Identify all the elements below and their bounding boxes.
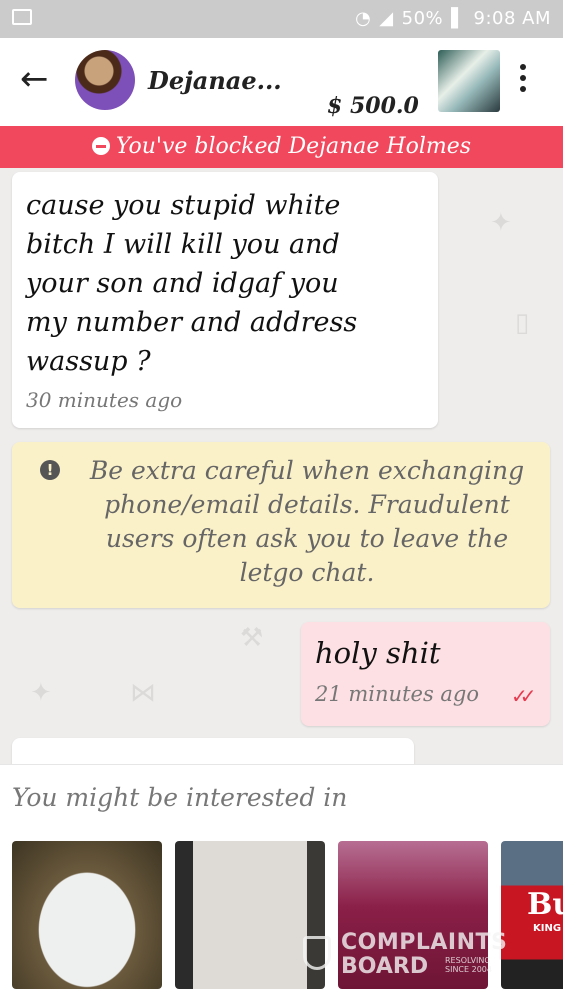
- back-arrow-icon[interactable]: ←: [20, 62, 49, 96]
- watermark: COMPLAINTS BOARD RESOLVING SINCE 2004: [303, 928, 523, 984]
- battery-icon: ▌: [451, 8, 466, 29]
- watermark-line2: BOARD: [341, 954, 429, 979]
- double-check-icon: ✓✓: [511, 684, 536, 708]
- suggestions-title: You might be interested in: [12, 783, 348, 812]
- bowtie-doodle-icon: ⋈: [130, 678, 156, 708]
- image-icon: [12, 9, 32, 25]
- product-image-text: Bu: [527, 887, 563, 922]
- listing-thumbnail[interactable]: [438, 50, 500, 112]
- signal-icon: ◢: [379, 8, 394, 29]
- chat-header: ← Dejanae... $ 500.0: [0, 38, 563, 126]
- listing-price: $ 500.0: [327, 93, 419, 119]
- contact-name[interactable]: Dejanae...: [148, 66, 282, 95]
- avatar[interactable]: [75, 50, 135, 110]
- product-card[interactable]: [12, 841, 162, 989]
- warning-text: Be extra careful when exchanging phone/e…: [89, 456, 525, 587]
- blocked-banner: You've blocked Dejanae Holmes: [0, 126, 563, 168]
- wifi-icon: ◔: [355, 8, 372, 29]
- incoming-message: cause you stupid white bitch I will kill…: [12, 172, 438, 428]
- message-text: holy shit: [315, 636, 441, 670]
- safety-warning: ! Be extra careful when exchanging phone…: [12, 442, 550, 608]
- candy-doodle-icon: ✦: [490, 208, 512, 238]
- blocked-text: You've blocked Dejanae Holmes: [115, 134, 472, 159]
- pants-doodle-icon: ▯: [515, 308, 530, 338]
- product-image-text: KING O: [533, 923, 563, 934]
- chat-thread[interactable]: ✦ ▯ ⚒ ⋈ ✦ cause you stupid white bitch I…: [0, 168, 563, 764]
- battery-percent: 50%: [401, 8, 444, 29]
- watermark-line3: RESOLVING SINCE 2004: [445, 956, 492, 974]
- more-vert-icon[interactable]: [520, 64, 528, 97]
- blocked-icon: [91, 137, 110, 155]
- watermark-line1: COMPLAINTS: [341, 930, 508, 955]
- shield-icon: [303, 936, 331, 970]
- message-time: 30 minutes ago: [26, 388, 183, 412]
- candy-doodle-icon: ✦: [30, 678, 52, 708]
- drill-doodle-icon: ⚒: [240, 623, 264, 653]
- info-icon: !: [40, 460, 60, 480]
- message-time: 21 minutes ago: [315, 682, 480, 706]
- outgoing-message: holy shit 21 minutes ago ✓✓: [301, 622, 550, 726]
- message-text: cause you stupid white bitch I will kill…: [26, 190, 358, 377]
- incoming-message-partial: [12, 738, 414, 764]
- status-indicators: ◔ ◢ 50% ▌ 9:08 AM: [355, 8, 551, 29]
- status-bar: ◔ ◢ 50% ▌ 9:08 AM: [0, 0, 563, 38]
- clock: 9:08 AM: [473, 8, 551, 29]
